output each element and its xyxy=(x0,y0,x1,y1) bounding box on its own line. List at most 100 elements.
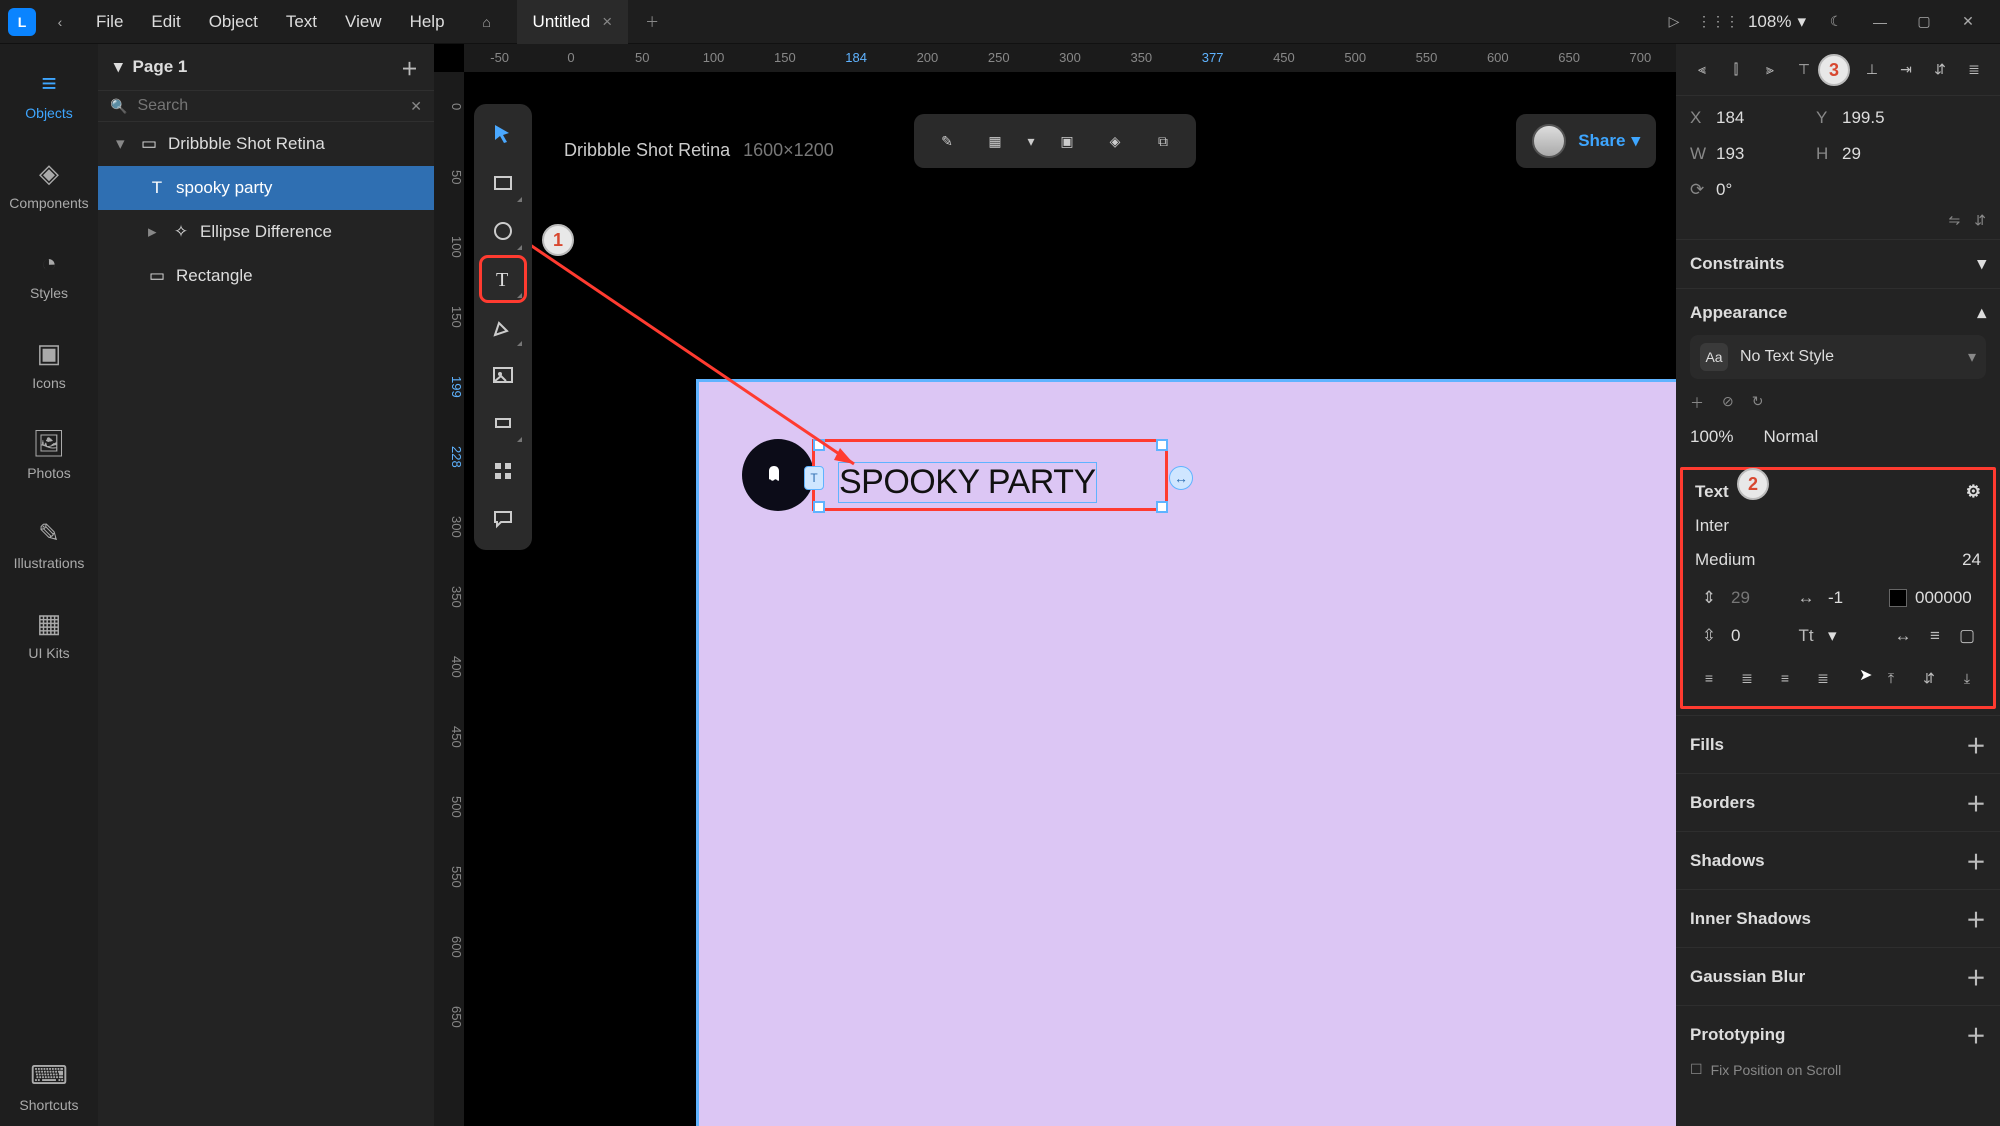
resize-fixed-icon[interactable]: ▢ xyxy=(1953,622,1981,650)
section-inner-shadows[interactable]: Inner Shadows＋ xyxy=(1676,889,2000,947)
close-tab-icon[interactable]: × xyxy=(602,12,612,32)
zoom-dropdown[interactable]: 108%▾ xyxy=(1748,12,1806,32)
text-transform-icon[interactable]: Tt xyxy=(1792,622,1820,650)
activity-uikits[interactable]: ▦ UI Kits xyxy=(9,594,89,674)
layer-frame[interactable]: ▾ ▭ Dribbble Shot Retina xyxy=(98,122,434,166)
menu-edit[interactable]: Edit xyxy=(139,6,192,38)
activity-shortcuts[interactable]: ⌨ Shortcuts xyxy=(9,1046,89,1126)
paragraph-spacing[interactable]: 0 xyxy=(1731,626,1740,646)
rectangle-tool[interactable] xyxy=(482,162,524,204)
valign-bottom-icon[interactable]: ⤓ xyxy=(1953,664,1981,692)
distribute-v-icon[interactable]: ⇵ xyxy=(1926,56,1954,84)
new-tab-button[interactable]: ＋ xyxy=(632,12,672,32)
flip-v-icon[interactable]: ⇵ xyxy=(1974,212,1986,229)
prop-w[interactable]: 193 xyxy=(1716,144,1816,164)
opacity-value[interactable]: 100% xyxy=(1690,427,1733,447)
activity-components[interactable]: ◈ Components xyxy=(9,144,89,224)
text-tool[interactable]: T xyxy=(482,258,524,300)
text-align-justify-icon[interactable]: ≣ xyxy=(1809,664,1837,692)
add-fill-icon[interactable]: ＋ xyxy=(1966,730,1986,759)
menu-text[interactable]: Text xyxy=(274,6,329,38)
tidy-icon[interactable]: ≣ xyxy=(1960,56,1988,84)
canvas[interactable]: -50 0 50 100 150 184 200 250 300 350 377… xyxy=(434,44,1676,1126)
prop-x[interactable]: 184 xyxy=(1716,108,1816,128)
font-weight[interactable]: Medium xyxy=(1695,550,1755,570)
section-fills[interactable]: Fills＋ xyxy=(1676,715,2000,773)
search-input[interactable] xyxy=(137,97,400,115)
text-color-swatch[interactable] xyxy=(1889,589,1907,607)
align-bottom-icon[interactable]: ⊥ xyxy=(1858,56,1886,84)
prop-h[interactable]: 29 xyxy=(1842,144,1942,164)
play-button[interactable]: ▷ xyxy=(1660,8,1688,36)
activity-styles[interactable]: ◔ Styles xyxy=(9,234,89,314)
align-top-icon[interactable]: ⊤ xyxy=(1790,56,1818,84)
edit-pencil-icon[interactable]: ✎ xyxy=(926,120,968,162)
home-button[interactable]: ⌂ xyxy=(467,2,507,42)
layer-rectangle[interactable]: ▭ Rectangle xyxy=(98,254,434,298)
back-button[interactable]: ‹ xyxy=(48,10,72,34)
section-prototyping[interactable]: Prototyping＋ ☐ Fix Position on Scroll xyxy=(1676,1005,2000,1092)
text-style-select[interactable]: Aa No Text Style ▾ xyxy=(1690,335,1986,379)
component-insert-tool[interactable] xyxy=(482,450,524,492)
text-color-hex[interactable]: 000000 xyxy=(1915,588,1972,608)
add-style-icon[interactable]: ＋ xyxy=(1690,393,1704,413)
add-shadow-icon[interactable]: ＋ xyxy=(1966,846,1986,875)
selection-handle[interactable] xyxy=(813,501,825,513)
flip-h-icon[interactable]: ⇋ xyxy=(1949,212,1961,229)
page-header[interactable]: ▾ Page 1 ＋ xyxy=(98,44,434,90)
artboard-label[interactable]: Dribbble Shot Retina 1600×1200 xyxy=(564,140,834,161)
user-avatar[interactable] xyxy=(1532,124,1566,158)
section-gaussian-blur[interactable]: Gaussian Blur＋ xyxy=(1676,947,2000,1005)
maximize-icon[interactable]: ▢ xyxy=(1910,8,1938,36)
close-window-icon[interactable]: ✕ xyxy=(1954,8,1982,36)
selection-handle[interactable] xyxy=(813,439,825,451)
selection-handle[interactable] xyxy=(1156,439,1168,451)
add-border-icon[interactable]: ＋ xyxy=(1966,788,1986,817)
menu-file[interactable]: File xyxy=(84,6,135,38)
document-tab[interactable]: Untitled × xyxy=(517,0,629,44)
text-align-left-icon[interactable]: ≡ xyxy=(1695,664,1723,692)
checkbox-unchecked-icon[interactable]: ☐ xyxy=(1690,1061,1703,1078)
frame-tool[interactable] xyxy=(482,402,524,444)
layer-boolean[interactable]: ▸ ✧ Ellipse Difference xyxy=(98,210,434,254)
activity-photos[interactable]: 🖼 Photos xyxy=(9,414,89,494)
menu-view[interactable]: View xyxy=(333,6,394,38)
mask-tool-icon[interactable]: ▣ xyxy=(1046,120,1088,162)
share-button[interactable]: Share ▾ xyxy=(1578,131,1640,151)
chevron-down-icon[interactable]: ▾ xyxy=(1022,120,1040,162)
component-tool-icon[interactable]: ◈ xyxy=(1094,120,1136,162)
menu-object[interactable]: Object xyxy=(197,6,270,38)
image-tool[interactable] xyxy=(482,354,524,396)
valign-middle-icon[interactable]: ⇵ xyxy=(1915,664,1943,692)
letter-spacing[interactable]: -1 xyxy=(1828,588,1843,608)
add-page-icon[interactable]: ＋ xyxy=(401,55,418,80)
text-align-right-icon[interactable]: ≡ xyxy=(1771,664,1799,692)
theme-toggle-icon[interactable]: ☾ xyxy=(1822,8,1850,36)
activity-icons[interactable]: ▣ Icons xyxy=(9,324,89,404)
activity-objects[interactable]: ≡ Objects xyxy=(9,54,89,134)
prop-y[interactable]: 199.5 xyxy=(1842,108,1942,128)
section-borders[interactable]: Borders＋ xyxy=(1676,773,2000,831)
boolean-tool-icon[interactable]: ▦ xyxy=(974,120,1016,162)
section-constraints[interactable]: Constraints▾ xyxy=(1676,239,2000,288)
resize-autoheight-icon[interactable]: ≡ xyxy=(1921,622,1949,650)
add-interaction-icon[interactable]: ＋ xyxy=(1966,1020,1986,1049)
valign-top-icon[interactable]: ⤒ xyxy=(1877,664,1905,692)
app-logo[interactable]: L xyxy=(8,8,36,36)
blend-mode[interactable]: Normal xyxy=(1763,427,1818,447)
chevron-right-icon[interactable]: ▸ xyxy=(148,222,162,242)
resize-auto-icon[interactable]: ↔ xyxy=(1889,622,1917,650)
canvas-text-element[interactable]: SPOOKY PARTY xyxy=(838,462,1097,503)
clear-search-icon[interactable]: ✕ xyxy=(410,98,422,115)
add-blur-icon[interactable]: ＋ xyxy=(1966,962,1986,991)
font-size[interactable]: 24 xyxy=(1962,550,1981,570)
distribute-h-icon[interactable]: ⇥ xyxy=(1892,56,1920,84)
select-tool[interactable] xyxy=(482,114,524,156)
detach-style-icon[interactable]: ⊘ xyxy=(1722,393,1734,413)
layer-text-selected[interactable]: T spooky party xyxy=(98,166,434,210)
section-shadows[interactable]: Shadows＋ xyxy=(1676,831,2000,889)
add-inner-shadow-icon[interactable]: ＋ xyxy=(1966,904,1986,933)
activity-illustrations[interactable]: ✎ Illustrations xyxy=(9,504,89,584)
chevron-down-icon[interactable]: ▾ xyxy=(116,134,130,154)
font-family[interactable]: Inter xyxy=(1695,516,1729,536)
